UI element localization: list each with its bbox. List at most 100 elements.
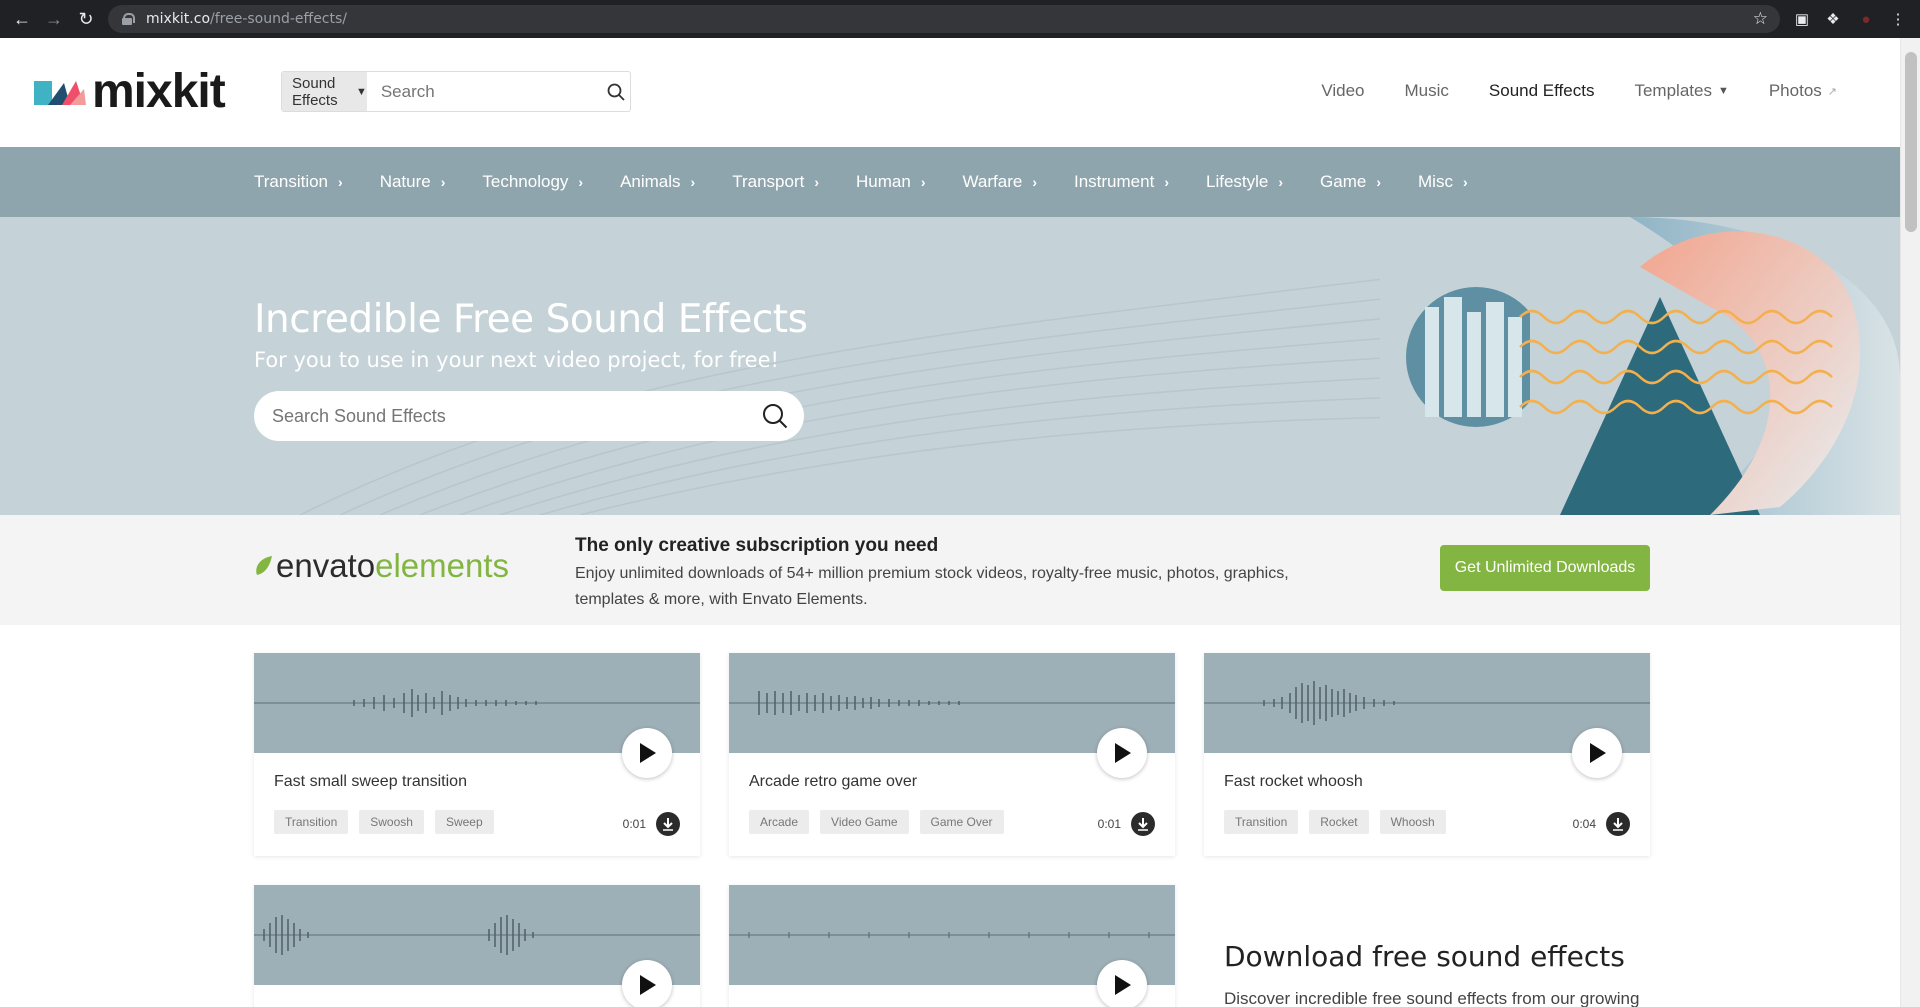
tag[interactable]: Transition xyxy=(274,810,349,834)
get-unlimited-downloads-button[interactable]: Get Unlimited Downloads xyxy=(1440,545,1650,591)
envato-banner: envato elements The only creative subscri… xyxy=(0,515,1900,625)
tag-list: Transition Swoosh Sweep xyxy=(274,810,505,834)
duration: 0:01 xyxy=(1097,817,1121,831)
hero-search-input[interactable] xyxy=(272,405,746,427)
hero-banner: Incredible Free Sound Effects For you to… xyxy=(0,217,1900,515)
play-button[interactable] xyxy=(622,728,672,778)
envato-logo-part1: envato xyxy=(276,547,376,584)
envato-logo-part2: elements xyxy=(375,547,509,584)
chevron-right-icon: › xyxy=(1278,174,1284,190)
tag[interactable]: Sweep xyxy=(434,810,494,834)
tag[interactable]: Rocket xyxy=(1309,810,1369,834)
sound-card xyxy=(254,885,700,1007)
browser-toolbar: ← → ↻ mixkit.co/free-sound-effects/ ☆ ▣ … xyxy=(0,0,1920,38)
extension-icon[interactable]: ▣ xyxy=(1792,9,1812,29)
sound-title[interactable]: Fast rocket whoosh xyxy=(1224,773,1363,791)
download-icon xyxy=(663,818,673,831)
leaf-icon xyxy=(256,556,272,575)
search-category-select[interactable]: Sound Effects ▼ xyxy=(282,72,367,111)
play-button[interactable] xyxy=(1097,728,1147,778)
back-icon[interactable]: ← xyxy=(6,0,38,38)
hero-search xyxy=(254,391,804,441)
envato-elements-logo[interactable]: envato elements xyxy=(254,547,509,585)
tag[interactable]: Video Game xyxy=(820,810,909,834)
nav-sound-effects[interactable]: Sound Effects xyxy=(1489,81,1595,101)
logo-wordmark: mixkit xyxy=(92,65,226,118)
hero-title: Incredible Free Sound Effects xyxy=(254,297,808,342)
tag[interactable]: Transition xyxy=(1224,810,1299,834)
nav-templates[interactable]: Templates ▼ xyxy=(1634,81,1728,101)
sound-card: Fast rocket whoosh Transition Rocket Who… xyxy=(1204,653,1650,856)
tag[interactable]: Game Over xyxy=(919,810,1004,834)
sound-card: Arcade retro game over Arcade Video Game… xyxy=(729,653,1175,856)
promo-text: Discover incredible free sound effects f… xyxy=(1224,989,1640,1007)
nav-video[interactable]: Video xyxy=(1321,81,1364,101)
envato-description: Enjoy unlimited downloads of 54+ million… xyxy=(575,565,1289,608)
site-header: mixkit Sound Effects ▼ Video Music Sound… xyxy=(0,38,1900,147)
reload-icon[interactable]: ↻ xyxy=(70,0,102,38)
category-transition[interactable]: Transition › xyxy=(254,172,343,192)
play-icon xyxy=(640,743,656,763)
search-input[interactable] xyxy=(366,72,602,111)
chevron-right-icon: › xyxy=(338,174,343,190)
tag[interactable]: Arcade xyxy=(749,810,810,834)
category-human[interactable]: Human › xyxy=(856,172,925,192)
tag-list: Transition Rocket Whoosh xyxy=(1224,810,1457,834)
category-technology[interactable]: Technology › xyxy=(482,172,583,192)
chevron-right-icon: › xyxy=(690,174,696,190)
chevron-right-icon: › xyxy=(440,174,446,190)
url-text: mixkit.co/free-sound-effects/ xyxy=(146,11,348,27)
category-lifestyle[interactable]: Lifestyle › xyxy=(1206,172,1283,192)
page-scrollbar[interactable] xyxy=(1900,38,1920,1007)
search-icon[interactable] xyxy=(746,403,804,429)
download-button[interactable] xyxy=(1606,812,1630,836)
category-instrument[interactable]: Instrument › xyxy=(1074,172,1169,192)
chevron-right-icon: › xyxy=(578,174,584,190)
play-icon xyxy=(1115,743,1131,763)
caret-down-icon: ▼ xyxy=(1717,85,1729,97)
chevron-right-icon: › xyxy=(814,174,820,190)
category-misc[interactable]: Misc › xyxy=(1418,172,1468,192)
play-icon xyxy=(1115,975,1131,995)
download-promo: Download free sound effects Discover inc… xyxy=(1224,940,1644,1007)
tag-list: Arcade Video Game Game Over xyxy=(749,810,1015,834)
play-button[interactable] xyxy=(622,960,672,1007)
category-game[interactable]: Game › xyxy=(1320,172,1381,192)
tag[interactable]: Swoosh xyxy=(359,810,424,834)
envato-headline: The only creative subscription you need xyxy=(575,535,939,556)
external-link-icon: ↗ xyxy=(1827,85,1837,98)
menu-kebab-icon[interactable]: ⋮ xyxy=(1888,9,1908,29)
nav-music[interactable]: Music xyxy=(1405,81,1449,101)
hero-artwork xyxy=(1380,217,1900,515)
main-nav: Video Music Sound Effects Templates ▼ Pho… xyxy=(1281,81,1837,101)
play-button[interactable] xyxy=(1097,960,1147,1007)
bookmark-star-icon[interactable]: ☆ xyxy=(1753,9,1768,29)
chevron-right-icon: › xyxy=(1164,174,1169,190)
download-button[interactable] xyxy=(1131,812,1155,836)
address-bar[interactable]: mixkit.co/free-sound-effects/ ☆ xyxy=(108,5,1780,33)
category-warfare[interactable]: Warfare › xyxy=(963,172,1038,192)
category-animals[interactable]: Animals › xyxy=(620,172,695,192)
sound-title[interactable]: Arcade retro game over xyxy=(749,773,917,791)
profile-icon[interactable]: ● xyxy=(1856,9,1876,29)
mixkit-logo[interactable]: mixkit xyxy=(34,65,226,118)
scrollbar-thumb[interactable] xyxy=(1905,52,1917,232)
search-category-label: Sound Effects xyxy=(292,74,338,109)
category-transport[interactable]: Transport › xyxy=(732,172,819,192)
sound-card xyxy=(729,885,1175,1007)
play-button[interactable] xyxy=(1572,728,1622,778)
chevron-right-icon: › xyxy=(1462,174,1468,190)
header-search: Sound Effects ▼ xyxy=(281,71,631,112)
nav-photos[interactable]: Photos ↗ xyxy=(1769,81,1837,101)
forward-icon[interactable]: → xyxy=(38,0,70,38)
download-icon xyxy=(1138,818,1148,831)
search-icon[interactable] xyxy=(602,72,630,111)
puzzle-icon[interactable]: ❖ xyxy=(1823,9,1843,29)
download-button[interactable] xyxy=(656,812,680,836)
category-nature[interactable]: Nature › xyxy=(380,172,446,192)
sound-title[interactable]: Fast small sweep transition xyxy=(274,773,467,791)
play-icon xyxy=(1590,743,1606,763)
download-icon xyxy=(1613,818,1623,831)
tag[interactable]: Whoosh xyxy=(1379,810,1446,834)
caret-down-icon: ▼ xyxy=(355,85,367,98)
